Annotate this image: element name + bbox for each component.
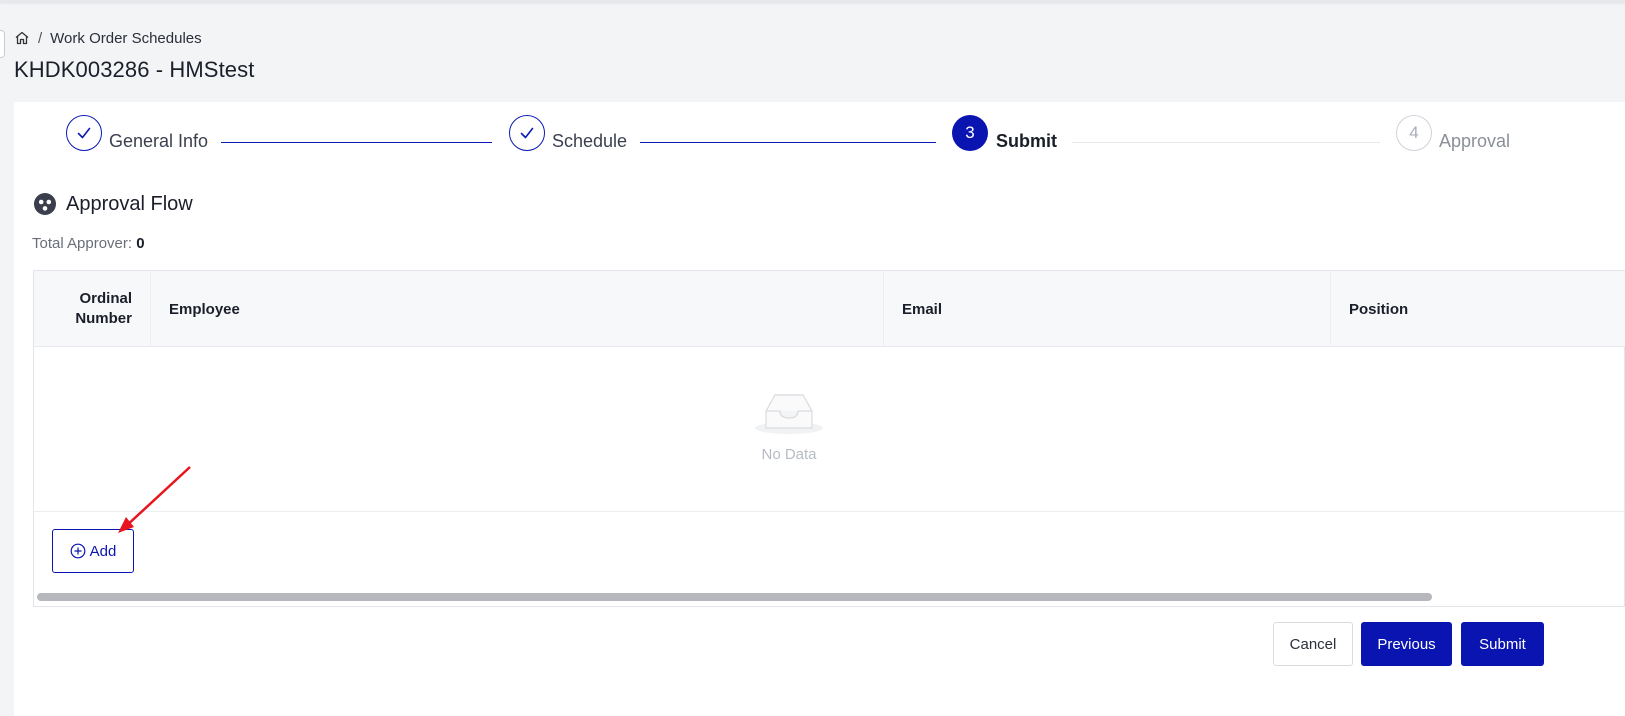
horizontal-scrollbar[interactable]: [37, 593, 1432, 601]
step-schedule-label: Schedule: [552, 131, 628, 151]
step-connector-3: [1072, 142, 1380, 143]
annotation-arrow-icon: [118, 466, 191, 533]
submit-button[interactable]: Submit: [1461, 622, 1544, 666]
home-icon[interactable]: [14, 30, 30, 46]
main-card: General Info Schedule 3 Submit 4 Approva…: [14, 102, 1625, 716]
total-approver-label: Total Approver:: [32, 235, 133, 252]
add-button-label: Add: [89, 542, 117, 560]
step-general-info-label: General Info: [109, 131, 209, 151]
plus-circle-icon: [70, 543, 86, 559]
top-bar: [0, 0, 1625, 3]
stepper: General Info Schedule 3 Submit 4 Approva…: [14, 102, 1625, 182]
breadcrumb: / Work Order Schedules: [14, 28, 202, 48]
column-ordinal-number[interactable]: Ordinal Number: [34, 271, 151, 347]
section-title: Approval Flow: [66, 192, 193, 215]
previous-button[interactable]: Previous: [1361, 622, 1452, 666]
cancel-button[interactable]: Cancel: [1273, 622, 1353, 666]
table-header: Ordinal Number Employee Email Position: [34, 271, 1625, 347]
step-connector-2: [640, 142, 936, 143]
approval-flow-header: Approval Flow: [33, 192, 193, 216]
no-data-text: No Data: [761, 446, 817, 463]
users-group-icon: [33, 192, 57, 216]
step-submit-number: 3: [952, 115, 988, 151]
step-connector-1: [221, 142, 492, 143]
step-approval-number: 4: [1396, 115, 1432, 151]
column-email[interactable]: Email: [884, 271, 1331, 347]
empty-inbox-icon: [754, 390, 824, 436]
step-approval-label: Approval: [1439, 131, 1511, 151]
column-employee[interactable]: Employee: [151, 271, 884, 347]
approver-table: Ordinal Number Employee Email Position N…: [33, 270, 1625, 607]
step-general-info-check-icon: [66, 115, 102, 151]
total-approver-value: 0: [136, 235, 145, 252]
step-submit-label: Submit: [996, 131, 1057, 151]
empty-state: No Data: [34, 348, 1625, 512]
column-position[interactable]: Position: [1331, 271, 1625, 347]
sidebar-toggle-tab[interactable]: [0, 30, 5, 58]
breadcrumb-separator: /: [38, 29, 43, 47]
breadcrumb-current[interactable]: Work Order Schedules: [50, 30, 201, 47]
step-schedule-check-icon: [509, 115, 545, 151]
page-title: KHDK003286 - HMStest: [14, 57, 255, 82]
total-approver: Total Approver: 0: [32, 235, 145, 252]
